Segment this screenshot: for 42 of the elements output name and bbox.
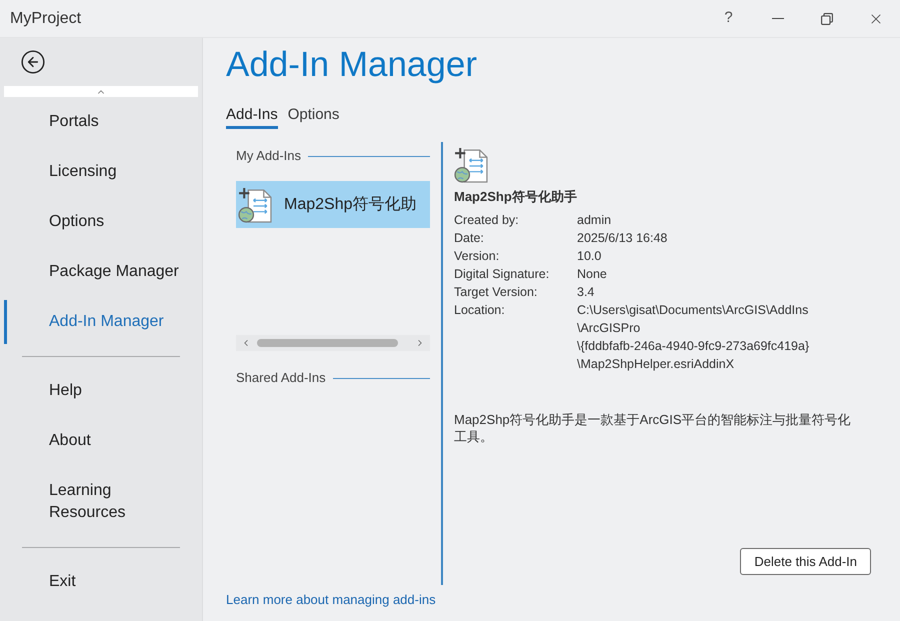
addin-description: Map2Shp符号化助手是一款基于ArcGIS平台的智能标注与批量符号化工具。: [454, 411, 852, 445]
sidebar-item[interactable]: Licensing: [4, 150, 198, 194]
field-label: Location:: [454, 302, 505, 319]
field-label: Digital Signature:: [454, 266, 550, 283]
sidebar-item[interactable]: Add-In Manager: [4, 300, 198, 344]
sidebar-item[interactable]: Learning Resources: [4, 469, 198, 535]
sidebar-item[interactable]: Help: [4, 369, 198, 413]
section-heading: My Add-Ins: [236, 148, 302, 164]
addin-document-icon: [454, 147, 488, 183]
field-label: Created by:: [454, 212, 519, 229]
field-value: 3.4: [577, 284, 594, 301]
field-value: 2025/6/13 16:48: [577, 230, 668, 247]
field-value: None: [577, 266, 607, 283]
scrollbar-thumb[interactable]: [257, 339, 398, 347]
restore-icon: [820, 12, 832, 24]
addin-list-item[interactable]: Map2Shp符号化助: [236, 181, 430, 228]
learn-more-link[interactable]: Learn more about managing add-ins: [226, 591, 436, 608]
sidebar-item[interactable]: Portals: [4, 100, 198, 144]
minimize-icon: [772, 18, 784, 19]
addin-name: Map2Shp符号化助手: [454, 188, 577, 206]
help-button[interactable]: ?: [704, 0, 753, 37]
back-icon: [20, 49, 46, 75]
field-value: admin: [577, 212, 612, 229]
tab[interactable]: Options: [288, 104, 340, 129]
addin-document-icon: [238, 186, 272, 222]
sidebar-item[interactable]: Options: [4, 200, 198, 244]
sidebar-item[interactable]: Exit: [4, 560, 198, 604]
sidebar-item[interactable]: About: [4, 419, 198, 463]
tab[interactable]: Add-Ins: [226, 104, 278, 129]
page-title: Add-In Manager: [226, 44, 477, 86]
back-button[interactable]: [20, 49, 46, 75]
sidebar-item[interactable]: Package Manager: [4, 250, 198, 294]
field-value: C:\Users\gisat\Documents\ArcGIS\AddIns \ArcGISPro \{fddbfafb-246a-4940-9fc9-273a69fc419a} \Map2ShpHelper.esriAddinX: [577, 302, 810, 373]
section-heading: Shared Add-Ins: [236, 370, 326, 386]
scroll-up-button[interactable]: [4, 86, 198, 97]
horizontal-scrollbar[interactable]: [236, 335, 430, 351]
field-label: Target Version:: [454, 284, 538, 301]
delete-addin-button[interactable]: Delete this Add-In: [740, 548, 871, 575]
field-value: 10.0: [577, 248, 602, 265]
field-label: Date:: [454, 230, 484, 247]
window-title: MyProject: [10, 8, 82, 28]
field-label: Version:: [454, 248, 500, 265]
